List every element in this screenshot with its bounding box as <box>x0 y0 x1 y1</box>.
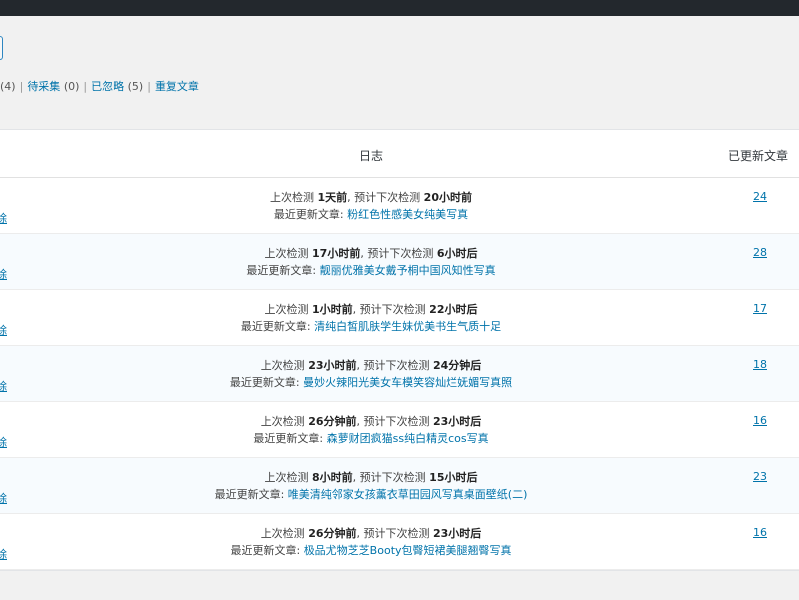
filter-pending-label: 待采集 <box>27 80 61 93</box>
last-check-value: 23小时前 <box>308 359 357 372</box>
column-header-updated[interactable]: 已更新文章 <box>728 147 788 164</box>
updated-count-link[interactable]: 23 <box>753 470 767 483</box>
table-row: 除上次检测 1天前, 预计下次检测 20小时前 最近更新文章: 粉红色性感美女纯美… <box>0 178 799 234</box>
latest-article-link[interactable]: 清纯白皙肌肤学生妹优美书生气质十足 <box>314 320 501 333</box>
latest-article-line: 最近更新文章: 清纯白皙肌肤学生妹优美书生气质十足 <box>0 318 742 335</box>
filter-ignored-label: 已忽略 <box>91 80 125 93</box>
admin-top-bar <box>0 0 799 16</box>
last-check-label: 上次检测 <box>260 415 305 428</box>
latest-article-link[interactable]: 极品尤物芝芝Booty包臀短裙美腿翘臀写真 <box>304 544 512 557</box>
updated-count-link[interactable]: 17 <box>753 302 767 315</box>
last-check-value: 1小时前 <box>312 303 353 316</box>
updated-count-link[interactable]: 18 <box>753 358 767 371</box>
latest-article-label: 最近更新文章: <box>246 264 320 277</box>
log-cell: 上次检测 1天前, 预计下次检测 20小时前 最近更新文章: 粉红色性感美女纯美写… <box>0 189 742 223</box>
check-status-line: 上次检测 26分钟前, 预计下次检测 23小时后 <box>0 413 742 430</box>
updated-count-link[interactable]: 16 <box>753 414 767 427</box>
table-row: 除上次检测 26分钟前, 预计下次检测 23小时后 最近更新文章: 森萝财团疯猫s… <box>0 402 799 458</box>
updated-count-link[interactable]: 24 <box>753 190 767 203</box>
filter-ignored-count: (5) <box>127 80 144 93</box>
latest-article-line: 最近更新文章: 极品尤物芝芝Booty包臀短裙美腿翘臀写真 <box>0 542 742 559</box>
latest-article-label: 最近更新文章: <box>230 544 304 557</box>
filter-ignored-link[interactable]: 已忽略 (5) <box>91 80 143 93</box>
log-cell: 上次检测 1小时前, 预计下次检测 22小时后 最近更新文章: 清纯白皙肌肤学生妹… <box>0 301 742 335</box>
latest-article-label: 最近更新文章: <box>273 208 348 221</box>
updated-count-link[interactable]: 16 <box>753 526 767 539</box>
last-check-label: 上次检测 <box>264 247 309 260</box>
next-check-label: , 预计下次检测 <box>352 471 426 484</box>
next-check-label: , 预计下次检测 <box>352 303 426 316</box>
table-row: 除上次检测 23小时前, 预计下次检测 24分钟后 最近更新文章: 曼妙火辣阳光美… <box>0 346 799 402</box>
latest-article-line: 最近更新文章: 粉红色性感美女纯美写真 <box>0 206 742 223</box>
latest-article-line: 最近更新文章: 曼妙火辣阳光美女车模笑容灿烂妩媚写真照 <box>0 374 742 391</box>
table-row: 除上次检测 1小时前, 预计下次检测 22小时后 最近更新文章: 清纯白皙肌肤学生… <box>0 290 799 346</box>
table-row: 除上次检测 17小时前, 预计下次检测 6小时后 最近更新文章: 靓丽优雅美女戴予… <box>0 234 799 290</box>
last-check-value: 26分钟前 <box>308 527 357 540</box>
check-status-line: 上次检测 1小时前, 预计下次检测 22小时后 <box>0 301 742 318</box>
last-check-label: 上次检测 <box>260 527 305 540</box>
last-check-label: 上次检测 <box>264 303 309 316</box>
next-check-value: 24分钟后 <box>433 359 482 372</box>
last-check-value: 17小时前 <box>312 247 361 260</box>
filter-separator: | <box>19 80 24 93</box>
column-header-log: 日志 <box>359 149 384 163</box>
latest-article-link[interactable]: 曼妙火辣阳光美女车模笑容灿烂妩媚写真照 <box>303 376 512 389</box>
next-check-label: , 预计下次检测 <box>356 527 430 540</box>
table-header: 日志 已更新文章 <box>0 130 799 178</box>
latest-article-line: 最近更新文章: 靓丽优雅美女戴予桐中国风知性写真 <box>0 262 742 279</box>
latest-article-line: 最近更新文章: 唯美清纯邻家女孩薰衣草田园风写真桌面壁纸(二) <box>0 486 742 503</box>
latest-article-label: 最近更新文章: <box>240 320 315 333</box>
table-row: 除上次检测 8小时前, 预计下次检测 15小时后 最近更新文章: 唯美清纯邻家女孩… <box>0 458 799 514</box>
log-cell: 上次检测 23小时前, 预计下次检测 24分钟后 最近更新文章: 曼妙火辣阳光美女… <box>0 357 742 391</box>
check-status-line: 上次检测 8小时前, 预计下次检测 15小时后 <box>0 469 742 486</box>
filter-separator: | <box>147 80 151 93</box>
check-status-line: 上次检测 23小时前, 预计下次检测 24分钟后 <box>0 357 742 374</box>
next-check-value: 15小时后 <box>429 471 478 484</box>
next-check-value: 22小时后 <box>429 303 478 316</box>
partial-button[interactable] <box>0 36 3 60</box>
latest-article-label: 最近更新文章: <box>253 432 327 445</box>
latest-article-label: 最近更新文章: <box>214 488 288 501</box>
last-check-value: 8小时前 <box>312 471 353 484</box>
check-status-line: 上次检测 17小时前, 预计下次检测 6小时后 <box>0 245 742 262</box>
filter-pending-link[interactable]: 待采集 (0) <box>27 80 79 93</box>
next-check-value: 6小时后 <box>436 247 478 260</box>
updated-count-link[interactable]: 28 <box>753 246 767 259</box>
last-check-value: 26分钟前 <box>308 415 357 428</box>
task-table: 日志 已更新文章 除上次检测 1天前, 预计下次检测 20小时前 最近更新文章: … <box>0 129 799 571</box>
log-cell: 上次检测 17小时前, 预计下次检测 6小时后 最近更新文章: 靓丽优雅美女戴予桐… <box>0 245 742 279</box>
status-filter-links: (4) | 待采集 (0) | 已忽略 (5) | 重复文章 <box>0 78 199 94</box>
next-check-label: , 预计下次检测 <box>356 415 430 428</box>
check-status-line: 上次检测 26分钟前, 预计下次检测 23小时后 <box>0 525 742 542</box>
last-check-label: 上次检测 <box>264 471 309 484</box>
next-check-label: , 预计下次检测 <box>360 247 434 260</box>
next-check-label: , 预计下次检测 <box>356 359 430 372</box>
filter-count-first: (4) <box>0 80 16 93</box>
latest-article-label: 最近更新文章: <box>229 376 304 389</box>
next-check-label: , 预计下次检测 <box>347 191 421 204</box>
check-status-line: 上次检测 1天前, 预计下次检测 20小时前 <box>0 189 742 206</box>
log-cell: 上次检测 26分钟前, 预计下次检测 23小时后 最近更新文章: 森萝财团疯猫ss… <box>0 413 742 447</box>
latest-article-link[interactable]: 森萝财团疯猫ss纯白精灵cos写真 <box>327 432 489 445</box>
filter-separator: | <box>83 80 88 93</box>
last-check-value: 1天前 <box>317 191 348 204</box>
latest-article-link[interactable]: 唯美清纯邻家女孩薰衣草田园风写真桌面壁纸(二) <box>288 488 528 501</box>
log-cell: 上次检测 8小时前, 预计下次检测 15小时后 最近更新文章: 唯美清纯邻家女孩薰… <box>0 469 742 503</box>
filter-duplicate-link[interactable]: 重复文章 <box>155 80 199 93</box>
next-check-value: 23小时后 <box>433 527 482 540</box>
table-body: 除上次检测 1天前, 预计下次检测 20小时前 最近更新文章: 粉红色性感美女纯美… <box>0 178 799 570</box>
last-check-label: 上次检测 <box>270 191 315 204</box>
latest-article-link[interactable]: 靓丽优雅美女戴予桐中国风知性写真 <box>320 264 496 277</box>
last-check-label: 上次检测 <box>260 359 305 372</box>
table-row: 除上次检测 26分钟前, 预计下次检测 23小时后 最近更新文章: 极品尤物芝芝B… <box>0 514 799 570</box>
log-cell: 上次检测 26分钟前, 预计下次检测 23小时后 最近更新文章: 极品尤物芝芝Bo… <box>0 525 742 559</box>
filter-pending-count: (0) <box>63 80 80 93</box>
next-check-value: 23小时后 <box>433 415 482 428</box>
latest-article-line: 最近更新文章: 森萝财团疯猫ss纯白精灵cos写真 <box>0 430 742 447</box>
next-check-value: 20小时前 <box>423 191 472 204</box>
latest-article-link[interactable]: 粉红色性感美女纯美写真 <box>347 208 468 221</box>
